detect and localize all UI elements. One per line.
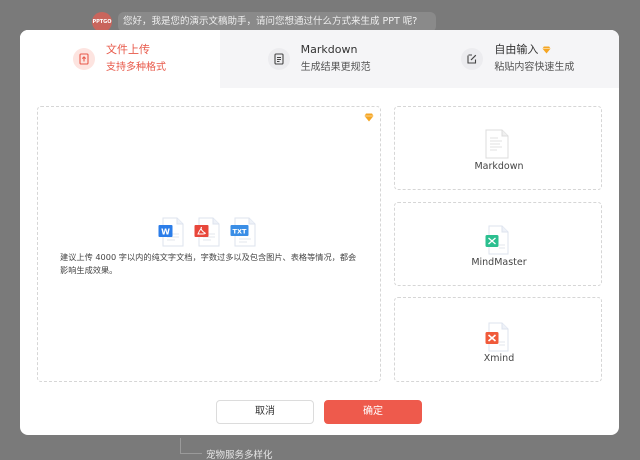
import-markdown-option[interactable]: Markdown [394,106,602,190]
edit-icon [461,48,484,70]
option-label: MindMaster [471,257,527,268]
word-file-icon: W [158,217,185,247]
import-mindmaster-option[interactable]: MindMaster [394,202,602,286]
vip-diamond-icon [542,46,551,54]
cancel-button[interactable]: 取消 [216,400,314,424]
confirm-button[interactable]: 确定 [324,400,422,424]
supported-file-types: W TXT [158,217,257,247]
tab-markdown[interactable]: Markdown 生成结果更规范 [220,30,420,88]
import-xmind-option[interactable]: Xmind [394,297,602,382]
generate-ppt-dialog: 文件上传 支持多种格式 Markdown 生成结果更规范 自由输入 粘贴内容快速… [20,30,619,435]
vip-diamond-icon [364,113,374,122]
assistant-message: 您好，我是您的演示文稿助手，请问您想通过什么方式来生成 PPT 呢? [118,12,436,32]
tab-free-input[interactable]: 自由输入 粘贴内容快速生成 [419,30,619,88]
outline-item: 宠物服务多样化 [206,450,273,460]
tree-connector [180,438,202,454]
xmind-file-icon [485,322,509,352]
pdf-file-icon [194,217,221,247]
txt-file-icon: TXT [230,217,257,247]
svg-text:W: W [161,228,170,237]
upload-file-icon [73,48,95,70]
input-method-tabs: 文件上传 支持多种格式 Markdown 生成结果更规范 自由输入 粘贴内容快速… [20,30,619,88]
file-drop-zone[interactable]: W TXT 建议上传 4000 字以内的纯文字文档，字数过多以及包含图片、表格等… [37,106,381,382]
tab-title: 自由输入 [494,42,574,58]
svg-text:TXT: TXT [233,228,247,236]
markdown-doc-icon [267,48,290,70]
tab-subtitle: 支持多种格式 [106,62,166,73]
option-label: Xmind [483,353,515,364]
tab-file-upload[interactable]: 文件上传 支持多种格式 [20,30,220,88]
tab-subtitle: 粘贴内容快速生成 [494,62,575,73]
tab-subtitle: 生成结果更规范 [300,62,371,73]
mindmaster-file-icon [485,225,509,255]
tab-title: 文件上传 [106,43,150,56]
tab-title: Markdown [300,43,358,56]
markdown-file-icon [485,129,509,159]
upload-hint-text: 建议上传 4000 字以内的纯文字文档，字数过多以及包含图片、表格等情况，都会影… [60,252,357,275]
assistant-avatar: PPTGO [92,12,112,32]
option-label: Markdown [474,161,524,172]
